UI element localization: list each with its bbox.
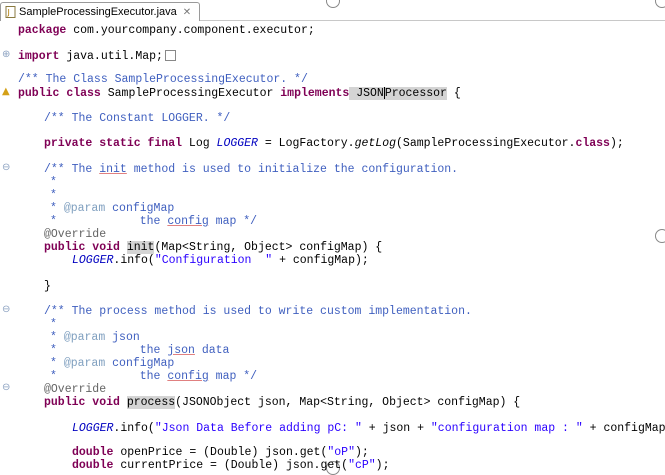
editor-tab[interactable]: J SampleProcessingExecutor.java ✕ (0, 2, 201, 21)
code-line-init-body: LOGGER.info("Configuration " + configMap… (72, 254, 369, 267)
code-line-init-doc-3: * (50, 189, 57, 202)
code-editor[interactable]: package com.yourcompany.component.execut… (0, 21, 665, 472)
code-line-process-doc-desc2: * the config map */ (50, 370, 258, 383)
code-line-import: import java.util.Map; (18, 50, 176, 63)
code-line-logger-field: private static final Log LOGGER = LogFac… (44, 137, 624, 150)
selected-identifier: JSONProcessor (349, 87, 447, 101)
code-line-init-doc-1: /** The init method is used to initializ… (44, 163, 459, 176)
close-icon[interactable]: ✕ (183, 7, 191, 18)
code-line-class-declaration: public class SampleProcessingExecutor im… (18, 87, 461, 101)
code-line-log-statement: LOGGER.info("Json Data Before adding pC:… (72, 422, 665, 435)
tab-title: SampleProcessingExecutor.java (19, 6, 177, 18)
fold-expand-icon[interactable]: ⊕ (2, 49, 10, 60)
code-line-init-doc-2: * (50, 176, 57, 189)
code-line-class-comment: /** The Class SampleProcessingExecutor. … (18, 73, 308, 86)
fold-collapse-icon[interactable]: ⊖ (2, 162, 10, 173)
code-line-init-doc-param: * @param configMap (50, 202, 175, 215)
code-line-open-price: double openPrice = (Double) json.get("oP… (72, 446, 369, 459)
code-line-init-signature: public void init(Map<String, Object> con… (44, 241, 383, 254)
svg-text:J: J (7, 8, 10, 17)
code-line-logger-comment: /** The Constant LOGGER. */ (44, 112, 231, 125)
fold-collapse-icon[interactable]: ⊖ (2, 382, 10, 393)
code-line-package: package com.yourcompany.component.execut… (18, 24, 315, 37)
code-line-process-doc-1: /** The process method is used to write … (44, 305, 472, 318)
code-line-process-override: @Override (44, 383, 107, 396)
code-line-init-close: } (44, 280, 51, 293)
code-line-process-doc-2: * (50, 318, 57, 331)
code-line-process-doc-param2: * @param configMap (50, 357, 175, 370)
code-line-process-doc-param1: * @param json (50, 331, 140, 344)
code-line-process-doc-desc1: * the json data (50, 344, 230, 357)
code-line-init-doc-desc: * the config map */ (50, 215, 258, 228)
code-line-init-override: @Override (44, 228, 107, 241)
folded-block-icon[interactable] (164, 50, 176, 62)
code-line-current-price: double currentPrice = (Double) json.get(… (72, 459, 390, 472)
warning-marker-icon[interactable]: ▲ (2, 86, 10, 97)
code-line-process-signature: public void process(JSONObject json, Map… (44, 396, 521, 409)
java-file-icon: J (5, 6, 16, 18)
fold-collapse-icon[interactable]: ⊖ (2, 304, 10, 315)
